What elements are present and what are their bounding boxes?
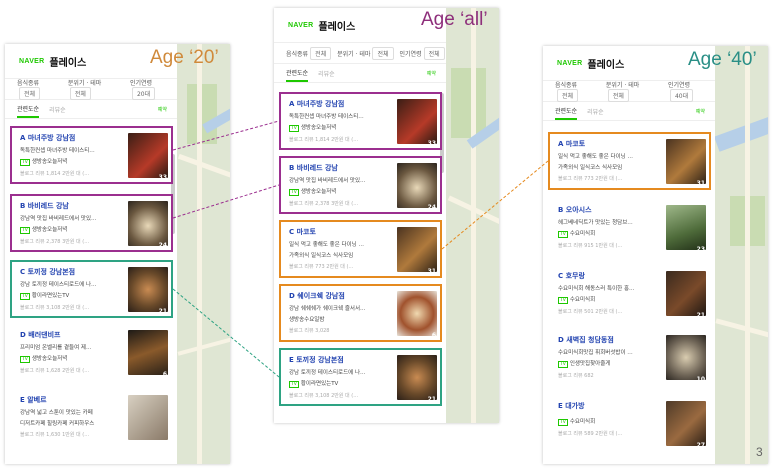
list-item[interactable]: E 대가방 TV 수요미식회 블로그 리뷰 589 2만원 대 (… 27	[550, 396, 710, 452]
sort-tabs: 관련도순 리뷰순 예약	[274, 64, 446, 83]
page-number: 3	[756, 445, 763, 459]
reserve-button[interactable]: 예약	[696, 108, 705, 115]
highlight-20-a	[10, 126, 173, 184]
highlight-all-b	[279, 156, 442, 214]
tab-relevance[interactable]: 관련도순	[555, 103, 578, 120]
filter-mood-theme[interactable]: 분위기 · 테마전체	[337, 46, 394, 60]
filter-bar: 음식종류전체 분위기 · 테마전체 인기연령20대	[5, 78, 177, 100]
food-thumbnail	[128, 330, 168, 375]
reserve-button[interactable]: 예약	[427, 70, 436, 77]
tab-relevance[interactable]: 관련도순	[286, 65, 309, 82]
filter-age[interactable]: 인기연령 전체	[400, 46, 445, 60]
naver-logo: NAVER	[557, 59, 583, 67]
filter-mood-theme[interactable]: 분위기 · 테마전체	[606, 80, 662, 102]
list-item[interactable]: B 오아시스 헤그베네딕트가 맛있는 청담브… TV 수요미식회 블로그 리뷰 915 …	[550, 200, 710, 256]
highlight-all-a	[279, 92, 442, 150]
map-view[interactable]	[715, 46, 768, 464]
list-item[interactable]: D 새벽집 청담동점 수요미식회맛집 휘회버섯밥이 … TV 인생맛집찾아줄게 블로그 …	[550, 330, 710, 386]
filter-food-type[interactable]: 음식종류전체	[17, 78, 62, 100]
filter-age[interactable]: 인기연령40대	[668, 80, 715, 102]
place-title: 플레이스	[318, 21, 356, 33]
food-thumbnail	[666, 401, 706, 446]
place-title: 플레이스	[49, 57, 87, 69]
map-view[interactable]	[177, 44, 230, 464]
sort-tabs: 관련도순 리뷰순 예약	[543, 102, 715, 121]
food-thumbnail	[128, 395, 168, 440]
highlight-all-c	[279, 220, 442, 278]
filter-food-type[interactable]: 음식종류전체	[555, 80, 600, 102]
highlight-40-a	[548, 132, 711, 190]
filter-bar: 음식종류 전체 분위기 · 테마 전체 인기연령 전체	[274, 42, 446, 64]
highlight-all-d	[279, 284, 442, 342]
map-view[interactable]	[446, 8, 499, 423]
tab-reviews[interactable]: 리뷰순	[318, 69, 335, 78]
age-20-label: Age ‘20’	[150, 47, 219, 68]
naver-logo: NAVER	[288, 21, 314, 29]
list-item[interactable]: C 호무랑 수요미식회 해동스러 특이한 홍… TV 수요미식회 블로그 리뷰 501 …	[550, 266, 710, 322]
highlight-20-b	[10, 194, 173, 252]
place-title: 플레이스	[587, 59, 625, 71]
filter-mood-theme[interactable]: 분위기 · 테마전체	[68, 78, 124, 100]
food-thumbnail	[666, 335, 706, 380]
tab-relevance[interactable]: 관련도순	[17, 101, 40, 118]
reserve-button[interactable]: 예약	[158, 106, 167, 113]
list-item[interactable]: D 배러댄비프 프리미엄 온벨리를 곁들여 제… TV 생방송오늘저녁 블로그 리뷰 1…	[12, 325, 172, 381]
highlight-all-e	[279, 348, 442, 406]
food-thumbnail	[666, 271, 706, 316]
list-item[interactable]: E 알베르 강남역 넓고 스툰이 맛있는 카페 디저트카페 힐링카페 커피하우스 블로…	[12, 390, 172, 446]
filter-food-type[interactable]: 음식종류전체	[286, 46, 332, 60]
highlight-20-c	[10, 260, 173, 318]
naver-logo: NAVER	[19, 57, 45, 65]
tab-reviews[interactable]: 리뷰순	[587, 107, 604, 116]
sort-tabs: 관련도순 리뷰순 예약	[5, 100, 177, 119]
tab-reviews[interactable]: 리뷰순	[49, 105, 66, 114]
age-40-label: Age ‘40’	[688, 49, 757, 70]
age-all-label: Age ‘all’	[421, 9, 488, 30]
filter-age[interactable]: 인기연령20대	[130, 78, 177, 100]
filter-bar: 음식종류전체 분위기 · 테마전체 인기연령40대	[543, 80, 715, 102]
food-thumbnail	[666, 205, 706, 250]
